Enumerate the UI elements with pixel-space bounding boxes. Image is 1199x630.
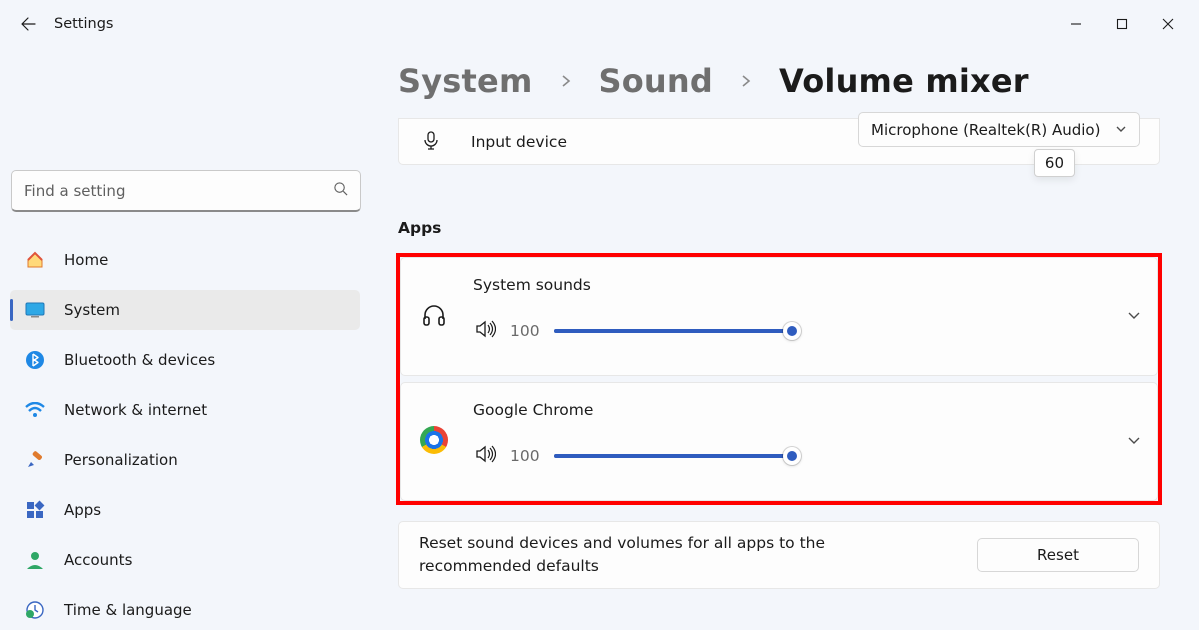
nav-item-label: Personalization: [64, 451, 178, 469]
nav-item-personalization[interactable]: Personalization: [10, 440, 360, 480]
main-content: System Sound Volume mixer Input device M…: [398, 62, 1179, 589]
maximize-icon: [1116, 18, 1128, 30]
nav-item-system[interactable]: System: [10, 290, 360, 330]
chevron-right-icon: [739, 69, 753, 94]
volume-row: 100: [476, 445, 1097, 467]
app-name: System sounds: [473, 276, 591, 294]
title-bar: Settings: [0, 0, 1199, 48]
expand-button[interactable]: [1127, 308, 1141, 327]
search-input[interactable]: [24, 182, 333, 200]
app-card-google-chrome[interactable]: Google Chrome 100: [400, 382, 1158, 501]
nav-item-time-language[interactable]: Time & language: [10, 590, 360, 630]
breadcrumb: System Sound Volume mixer: [398, 62, 1179, 100]
sidebar-nav: Home System Bluetooth & devices Network …: [10, 240, 360, 630]
highlight-annotation: System sounds 100 Google Chrom: [396, 253, 1162, 505]
input-device-dropdown[interactable]: Microphone (Realtek(R) Audio): [858, 112, 1140, 147]
maximize-button[interactable]: [1099, 8, 1145, 40]
speaker-icon[interactable]: [476, 445, 496, 467]
nav-item-label: Time & language: [64, 601, 192, 619]
nav-item-apps[interactable]: Apps: [10, 490, 360, 530]
slider-thumb[interactable]: [783, 447, 801, 465]
window-title: Settings: [54, 16, 113, 32]
back-button[interactable]: [8, 4, 48, 44]
reset-button-label: Reset: [1037, 546, 1079, 564]
nav-item-label: Bluetooth & devices: [64, 351, 215, 369]
volume-value: 100: [510, 322, 540, 340]
brush-icon: [24, 449, 46, 471]
search-icon: [333, 181, 348, 200]
system-icon: [24, 299, 46, 321]
tooltip-value: 60: [1045, 154, 1064, 172]
search-container: [11, 170, 361, 212]
chrome-icon: [419, 425, 449, 455]
nav-item-label: Network & internet: [64, 401, 207, 419]
home-icon: [24, 249, 46, 271]
slider-fill: [554, 454, 792, 458]
volume-slider[interactable]: [554, 447, 792, 465]
apps-icon: [24, 499, 46, 521]
input-device-label: Input device: [471, 133, 567, 151]
slider-fill: [554, 329, 792, 333]
breadcrumb-current: Volume mixer: [779, 62, 1029, 100]
volume-tooltip: 60: [1034, 149, 1075, 177]
slider-thumb[interactable]: [783, 322, 801, 340]
nav-item-bluetooth[interactable]: Bluetooth & devices: [10, 340, 360, 380]
minimize-button[interactable]: [1053, 8, 1099, 40]
nav-item-network[interactable]: Network & internet: [10, 390, 360, 430]
speaker-icon[interactable]: [476, 320, 496, 342]
nav-item-label: System: [64, 301, 120, 319]
person-icon: [24, 549, 46, 571]
arrow-left-icon: [20, 16, 36, 32]
wifi-icon: [24, 399, 46, 421]
nav-item-home[interactable]: Home: [10, 240, 360, 280]
close-button[interactable]: [1145, 8, 1191, 40]
breadcrumb-sound[interactable]: Sound: [599, 62, 714, 100]
nav-item-label: Accounts: [64, 551, 132, 569]
microphone-icon: [421, 130, 441, 154]
window-controls: [1053, 8, 1191, 40]
reset-description: Reset sound devices and volumes for all …: [419, 532, 939, 579]
breadcrumb-system[interactable]: System: [398, 62, 533, 100]
nav-item-label: Apps: [64, 501, 101, 519]
chevron-down-icon: [1127, 309, 1141, 323]
app-card-system-sounds[interactable]: System sounds 100: [400, 257, 1158, 376]
bluetooth-icon: [24, 349, 46, 371]
expand-button[interactable]: [1127, 433, 1141, 452]
reset-button[interactable]: Reset: [977, 538, 1139, 572]
volume-row: 100: [476, 320, 1097, 342]
minimize-icon: [1070, 18, 1082, 30]
search-box[interactable]: [11, 170, 361, 212]
app-name: Google Chrome: [473, 401, 593, 419]
nav-item-label: Home: [64, 251, 108, 269]
chevron-down-icon: [1127, 434, 1141, 448]
apps-heading: Apps: [398, 219, 1179, 237]
chevron-right-icon: [559, 69, 573, 94]
close-icon: [1162, 18, 1174, 30]
volume-slider[interactable]: [554, 322, 792, 340]
reset-card: Reset sound devices and volumes for all …: [398, 521, 1160, 589]
headphones-icon: [419, 300, 449, 330]
clock-globe-icon: [24, 599, 46, 621]
chevron-down-icon: [1115, 121, 1127, 139]
dropdown-value: Microphone (Realtek(R) Audio): [871, 121, 1100, 139]
nav-item-accounts[interactable]: Accounts: [10, 540, 360, 580]
volume-value: 100: [510, 447, 540, 465]
